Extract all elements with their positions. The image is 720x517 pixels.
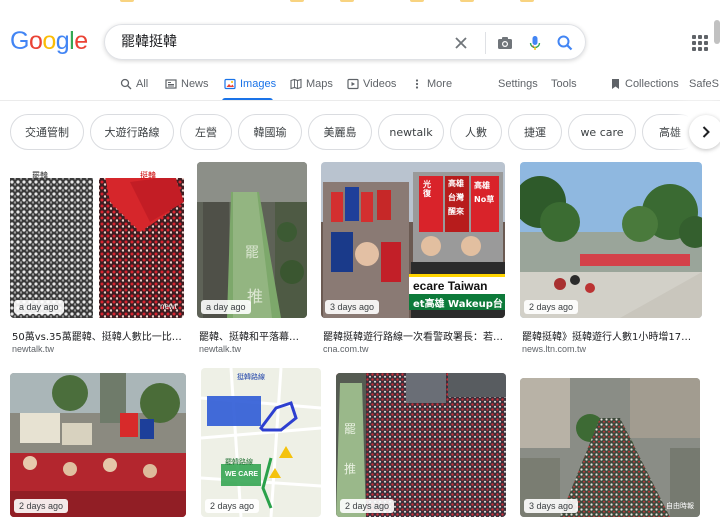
tab-more[interactable]: More	[411, 78, 452, 90]
microphone-icon[interactable]	[525, 33, 545, 53]
result-thumbnail: 罷 推 2 days ago	[336, 373, 506, 517]
result-thumbnail: 罷韓 挺韓 newt a day ago	[10, 162, 184, 318]
search-icon[interactable]	[555, 33, 575, 53]
result-source[interactable]: news.ltn.com.tw	[522, 344, 586, 354]
image-result[interactable]: 罷 推 2 days ago	[336, 373, 506, 517]
svg-text:罷: 罷	[344, 422, 356, 436]
image-result[interactable]: 罷 推 a day ago 罷韓、挺韓和平落幕王... newtalk.tw	[197, 162, 307, 354]
age-badge: 2 days ago	[340, 499, 395, 513]
chip[interactable]: 捷運	[508, 114, 562, 150]
google-logo[interactable]: Google	[10, 27, 88, 56]
age-badge: a day ago	[201, 300, 251, 314]
search-box	[104, 24, 586, 60]
chips-next-button[interactable]	[688, 104, 720, 160]
chip[interactable]: 美麗島	[308, 114, 372, 150]
banner-green: et高雄 Wakeup台	[409, 294, 505, 310]
age-badge: 2 days ago	[524, 300, 579, 314]
age-badge: a day ago	[14, 300, 64, 314]
camera-icon[interactable]	[495, 33, 515, 53]
chevron-right-icon	[702, 126, 710, 138]
result-source[interactable]: newtalk.tw	[12, 344, 54, 354]
settings-link[interactable]: Settings	[498, 78, 538, 90]
result-thumbnail: 罷 推 a day ago	[197, 162, 307, 318]
result-thumbnail: 2 days ago	[10, 373, 186, 517]
tab-maps[interactable]: Maps	[290, 78, 333, 90]
chip[interactable]: 人數	[450, 114, 502, 150]
age-badge: 2 days ago	[205, 499, 260, 513]
search-input[interactable]	[121, 33, 441, 49]
result-thumbnail: 光復 高雄 台灣 醒來 高雄 No草 ecare Taiwan et高雄 Wak…	[321, 162, 505, 318]
age-badge: 3 days ago	[524, 499, 579, 513]
result-title[interactable]: 罷韓挺韓》挺韓遊行人數1小時增17萬遭...	[522, 328, 700, 343]
search-divider	[485, 32, 486, 54]
tab-news[interactable]: News	[165, 78, 209, 90]
result-title[interactable]: 罷韓挺韓遊行路線一次看警政署長：若有...	[323, 328, 503, 343]
image-result[interactable]: 2 days ago	[10, 373, 186, 517]
image-result[interactable]: 罷韓 挺韓 newt a day ago 50萬vs.35萬罷韓、挺韓人數比一比…	[10, 162, 184, 354]
image-result[interactable]: 光復 高雄 台灣 醒來 高雄 No草 ecare Taiwan et高雄 Wak…	[321, 162, 505, 354]
banner: ecare Taiwan	[409, 274, 505, 294]
image-icon	[224, 78, 236, 90]
safesearch-link[interactable]: SafeS	[689, 78, 719, 90]
tab-all[interactable]: All	[120, 78, 148, 90]
result-source[interactable]: cna.com.tw	[323, 344, 369, 354]
clear-icon[interactable]	[451, 33, 471, 53]
chip[interactable]: 左營	[180, 114, 232, 150]
more-vert-icon	[415, 79, 419, 89]
collections-icon	[612, 79, 619, 89]
image-result[interactable]: 2 days ago 罷韓挺韓》挺韓遊行人數1小時增17萬遭... news.l…	[520, 162, 702, 354]
result-thumbnail: 挺韓路線 罷韓路線 WE CARE 2 days ago	[201, 368, 321, 517]
age-badge: 2 days ago	[14, 499, 69, 513]
page-scrollbar[interactable]	[714, 20, 720, 44]
chip[interactable]: we care	[568, 114, 636, 150]
map-icon	[290, 78, 302, 90]
related-searches-chips: 交通管制 大遊行路線 左營 韓國瑜 美麗島 newtalk 人數 捷運 we c…	[0, 112, 720, 152]
result-thumbnail: 自由時報 3 days ago	[520, 378, 700, 517]
tools-link[interactable]: Tools	[551, 78, 577, 90]
chip[interactable]: newtalk	[378, 114, 444, 150]
tab-videos[interactable]: Videos	[347, 78, 396, 90]
tab-images[interactable]: Images	[224, 78, 276, 90]
header-divider	[0, 100, 720, 101]
search-tabs: All News Images Maps Videos More Setting…	[0, 74, 720, 101]
newspaper-icon	[165, 79, 177, 89]
result-title[interactable]: 50萬vs.35萬罷韓、挺韓人數比一比| 政...	[12, 328, 182, 343]
collections-link[interactable]: Collections	[609, 78, 679, 90]
result-thumbnail: 2 days ago	[520, 162, 702, 318]
play-icon	[347, 78, 359, 90]
chip[interactable]: 交通管制	[10, 114, 84, 150]
image-result[interactable]: 挺韓路線 罷韓路線 WE CARE 2 days ago	[201, 368, 321, 517]
age-badge: 3 days ago	[325, 300, 380, 314]
apps-grid-icon[interactable]	[692, 35, 708, 51]
chip[interactable]: 韓國瑜	[238, 114, 302, 150]
result-title[interactable]: 罷韓、挺韓和平落幕王...	[199, 328, 305, 343]
chip[interactable]: 大遊行路線	[90, 114, 174, 150]
search-icon	[120, 78, 132, 90]
image-result[interactable]: 自由時報 3 days ago	[520, 378, 700, 517]
result-source[interactable]: newtalk.tw	[199, 344, 241, 354]
svg-text:罷: 罷	[245, 245, 259, 261]
svg-text:推: 推	[344, 462, 356, 476]
top-strip	[0, 0, 720, 4]
